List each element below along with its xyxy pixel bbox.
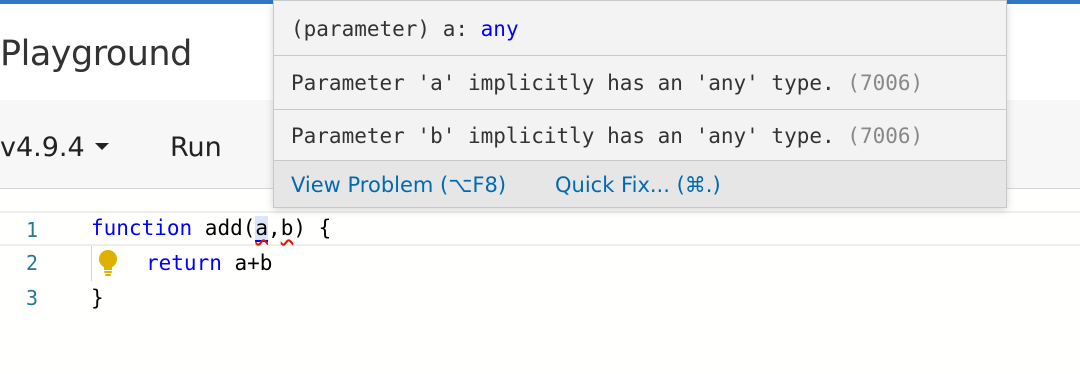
- line-number: 1: [25, 218, 38, 242]
- line-text: }: [91, 286, 104, 310]
- code-fragment: ,: [268, 216, 281, 240]
- problem-message: Parameter 'a' implicitly has an 'any' ty…: [291, 71, 848, 95]
- view-problem-link[interactable]: View Problem (⌥F8): [291, 173, 506, 197]
- problem-code: (7006): [847, 71, 924, 95]
- line-number: 3: [25, 286, 38, 310]
- lightbulb-icon[interactable]: [97, 249, 119, 277]
- signature-prefix: (parameter) a:: [291, 17, 481, 41]
- version-dropdown[interactable]: v4.9.4: [0, 132, 109, 163]
- run-button[interactable]: Run: [170, 132, 222, 163]
- hover-tooltip: (parameter) a: any Parameter 'a' implici…: [273, 0, 1007, 208]
- problem-message: Parameter 'b' implicitly has an 'any' ty…: [291, 124, 848, 148]
- chevron-down-icon: [94, 143, 109, 150]
- quick-fix-link[interactable]: Quick Fix... (⌘.): [555, 173, 721, 197]
- code-line[interactable]: 3 }: [0, 281, 1080, 316]
- problem-code: (7006): [847, 124, 924, 148]
- code-editor[interactable]: 1 function add(a,b) { 2 return a+b 3 }: [0, 189, 1080, 374]
- code-fragment: ) {: [293, 216, 332, 240]
- hover-actions: View Problem (⌥F8) Quick Fix... (⌘.): [274, 161, 1006, 207]
- page-title: Playground: [0, 34, 192, 74]
- keyword: function: [91, 216, 193, 240]
- code-fragment: add(: [192, 216, 256, 240]
- line-text: return a+b: [146, 246, 272, 281]
- code-line[interactable]: 2 return a+b: [0, 246, 1080, 281]
- param-a[interactable]: a: [255, 216, 269, 242]
- code-fragment: a+b: [221, 251, 273, 275]
- line-number: 2: [25, 251, 38, 275]
- param-b[interactable]: b: [281, 216, 294, 240]
- hover-problem: Parameter 'a' implicitly has an 'any' ty…: [274, 56, 1006, 110]
- signature-type: any: [480, 17, 519, 41]
- version-label: v4.9.4: [0, 132, 85, 163]
- hover-problem: Parameter 'b' implicitly has an 'any' ty…: [274, 110, 1006, 161]
- keyword: return: [146, 251, 222, 275]
- code-line[interactable]: 1 function add(a,b) {: [0, 211, 1080, 246]
- hover-signature: (parameter) a: any: [274, 1, 1006, 56]
- line-text: function add(a,b) {: [91, 211, 331, 246]
